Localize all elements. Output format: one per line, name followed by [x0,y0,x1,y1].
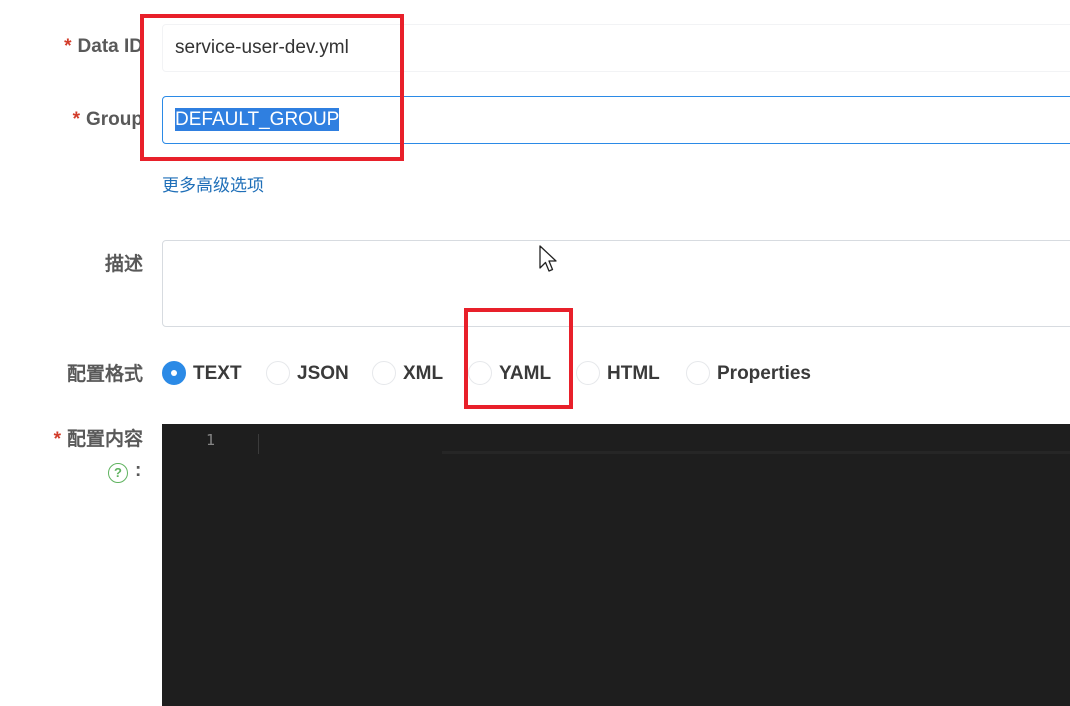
content-label: * 配置内容 [0,428,143,452]
code-editor[interactable]: 1 [162,424,1070,706]
radio-unchecked-icon [576,361,600,385]
radio-checked-icon [162,361,186,385]
description-label: 描述 [104,254,143,275]
radio-unchecked-icon [686,361,710,385]
content-label-text: 配置内容 [66,429,143,450]
radio-unchecked-icon [468,361,492,385]
group-label-text: Group [86,109,143,130]
editor-placeholder-line [442,451,1070,454]
format-radio-label: JSON [297,363,349,384]
data-id-input[interactable]: service-user-dev.yml [162,24,1070,72]
format-radio-label: YAML [499,363,552,384]
advanced-options-link[interactable]: 更多高级选项 [162,171,264,196]
radio-unchecked-icon [372,361,396,385]
question-circle-icon[interactable]: ? [108,463,128,483]
format-radio-label: HTML [607,363,660,384]
required-mark: * [64,36,72,57]
format-radio-label: Properties [717,363,811,384]
group-input[interactable]: DEFAULT_GROUP [162,96,1070,144]
mouse-pointer-icon [539,245,557,272]
data-id-value: service-user-dev.yml [175,37,349,58]
text-cursor [258,434,259,454]
group-label: * Group [0,108,143,132]
description-textarea[interactable] [162,240,1070,327]
group-value-selected: DEFAULT_GROUP [175,108,340,131]
format-radio-label: TEXT [193,363,242,384]
config-edit-page: * Data ID service-user-dev.yml * Group DEF… [0,0,1070,706]
data-id-label: * Data ID [0,35,143,59]
format-radio-label: XML [403,363,444,384]
data-id-label-text: Data ID [77,36,143,57]
radio-unchecked-icon [266,361,290,385]
format-label: 配置格式 [66,364,143,385]
content-label-colon: : [135,460,142,481]
required-mark: * [53,429,61,450]
required-mark: * [72,109,80,130]
line-number: 1 [206,431,216,449]
